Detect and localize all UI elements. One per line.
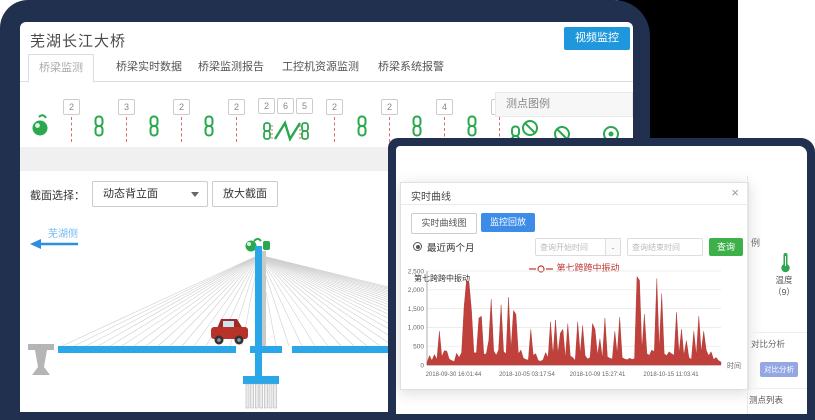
sensor-marker[interactable]: 2 — [173, 99, 190, 142]
tab-monitoring-report[interactable]: 桥梁监测报告 — [188, 54, 274, 80]
chain-sensor-icon — [411, 115, 423, 137]
popup-window: 实时曲线 × 实时曲线图 监控回放 最近两个月 - 查询 第七跨跨中振动 第七跨… — [388, 138, 815, 420]
legend-panel-title: 测点图例 — [495, 92, 633, 117]
bridge-side-label: 芜湖侧 — [48, 227, 78, 240]
section-select-value: 动态背立面 — [103, 188, 158, 200]
tab-system-alarm[interactable]: 桥梁系统报警 — [368, 54, 454, 80]
dialog-header: 实时曲线 × — [401, 183, 748, 205]
temperature-count: （9） — [768, 286, 800, 298]
close-icon[interactable]: × — [731, 185, 739, 200]
right-panel-divider — [749, 332, 807, 333]
recent-two-months-radio[interactable] — [413, 242, 422, 251]
sensor-marker[interactable]: 2 — [326, 99, 343, 142]
query-start-time-input[interactable] — [535, 238, 609, 256]
dialog-title: 实时曲线 — [411, 188, 451, 203]
dashed-line — [71, 117, 72, 142]
sensor-count-badge: 2 — [63, 99, 80, 115]
svg-text:2,500: 2,500 — [408, 268, 425, 275]
main-tabbar: 桥梁监测 桥梁实时数据 桥梁监测报告 工控机资源监测 桥梁系统报警 视频监控 — [20, 54, 633, 82]
temperature-label: 温度 — [768, 274, 800, 286]
dashed-line — [334, 117, 335, 142]
tab-realtime-data[interactable]: 桥梁实时数据 — [106, 54, 192, 80]
chain-sensor[interactable] — [148, 115, 160, 142]
caret-down-icon — [191, 192, 199, 197]
sensor-marker[interactable]: 2 — [63, 99, 80, 142]
dashed-line — [181, 117, 182, 142]
enlarge-section-button[interactable]: 放大截面 — [212, 181, 278, 207]
svg-text:1,000: 1,000 — [408, 325, 425, 332]
dashed-line — [126, 117, 127, 142]
sensor-count-badge: 2 — [173, 99, 190, 115]
sensor-count-badge: 2 — [228, 99, 245, 115]
sensor-count-badge: 6 — [277, 98, 294, 114]
svg-text:1,500: 1,500 — [408, 306, 425, 313]
right-panel-header-fragment: 例 — [751, 236, 760, 249]
sensor-count-badge: 5 — [296, 98, 313, 114]
pier-piles — [246, 384, 277, 408]
right-panel-border — [747, 176, 748, 414]
svg-text:2018-09-30 16:01:44: 2018-09-30 16:01:44 — [426, 372, 482, 378]
sensor-marker[interactable]: 4 — [436, 99, 453, 142]
sensor-marker[interactable]: 3 — [118, 99, 135, 142]
sensor-count-badge: 2 — [258, 98, 275, 114]
chain-sensor-icon — [356, 115, 368, 137]
chain-sensor-icon — [93, 115, 105, 137]
tab-realtime-curve-view[interactable]: 实时曲线图 — [411, 213, 477, 234]
section-select-dropdown[interactable]: 动态背立面 — [92, 181, 208, 207]
left-abutment — [28, 344, 54, 375]
tab-ipc-resource[interactable]: 工控机资源监测 — [272, 54, 369, 80]
popup-window-content: 实时曲线 × 实时曲线图 监控回放 最近两个月 - 查询 第七跨跨中振动 第七跨… — [396, 146, 807, 414]
svg-text:0: 0 — [420, 362, 424, 369]
weight-sensor[interactable] — [30, 113, 50, 142]
point-list-label: 测点列表 — [749, 394, 783, 406]
weight-sensor-icon — [30, 113, 50, 137]
right-panel-divider-2 — [749, 388, 807, 389]
car — [211, 319, 248, 345]
sensor-count-badge: 2 — [326, 99, 343, 115]
svg-text:2018-10-15 11:03:41: 2018-10-15 11:03:41 — [643, 372, 699, 378]
sensor-count-badge: 3 — [118, 99, 135, 115]
compare-analysis-button[interactable]: 对比分析 — [760, 362, 798, 377]
recent-two-months-label: 最近两个月 — [427, 240, 475, 254]
query-end-time-input[interactable] — [627, 238, 703, 256]
svg-text:2018-10-05 03:17:54: 2018-10-05 03:17:54 — [499, 372, 555, 378]
dashed-line — [389, 117, 390, 142]
svg-text:2,000: 2,000 — [408, 287, 425, 294]
pier-cap — [243, 376, 279, 384]
time-range-separator: - — [605, 238, 621, 256]
direction-arrow-icon — [30, 239, 78, 249]
sensor-count-badge: 2 — [381, 99, 398, 115]
sensor-truss-group[interactable]: 265 — [258, 98, 313, 142]
chain-sensor[interactable] — [93, 115, 105, 142]
chain-sensor[interactable] — [356, 115, 368, 142]
truss-sensor-icon — [263, 115, 309, 142]
page-title: 芜湖长江大桥 — [30, 30, 126, 51]
tab-monitor-playback[interactable]: 监控回放 — [481, 213, 535, 232]
query-button[interactable]: 查询 — [709, 238, 743, 256]
sensor-count-badge: 4 — [436, 99, 453, 115]
sensor-row: 23222652242 — [30, 88, 492, 142]
svg-text:时间: 时间 — [727, 361, 741, 370]
chain-sensor[interactable] — [203, 115, 215, 142]
section-select-label: 截面选择： — [30, 187, 85, 203]
realtime-curve-dialog: 实时曲线 × 实时曲线图 监控回放 最近两个月 - 查询 第七跨跨中振动 第七跨… — [400, 182, 749, 390]
thermometer-icon — [779, 252, 792, 273]
dashed-line — [236, 117, 237, 142]
svg-text:500: 500 — [413, 344, 424, 351]
vibration-chart: 0 500 1,000 1,500 2,000 2,500 2018-09-30 16:01… — [407, 265, 743, 389]
sensor-marker[interactable]: 2 — [381, 99, 398, 142]
sensor-marker[interactable]: 2 — [228, 99, 245, 142]
tower-rear-pole — [262, 251, 266, 348]
video-monitor-button[interactable]: 视频监控 — [564, 27, 630, 50]
chain-sensor-icon — [466, 115, 478, 137]
chain-sensor-icon — [148, 115, 160, 137]
chain-sensor-icon — [203, 115, 215, 137]
tab-bridge-monitoring[interactable]: 桥梁监测 — [28, 54, 94, 83]
svg-text:2018-10-09 15:27:41: 2018-10-09 15:27:41 — [570, 372, 626, 378]
compare-section-label: 对比分析 — [751, 338, 785, 350]
bridge-tower — [255, 246, 262, 380]
